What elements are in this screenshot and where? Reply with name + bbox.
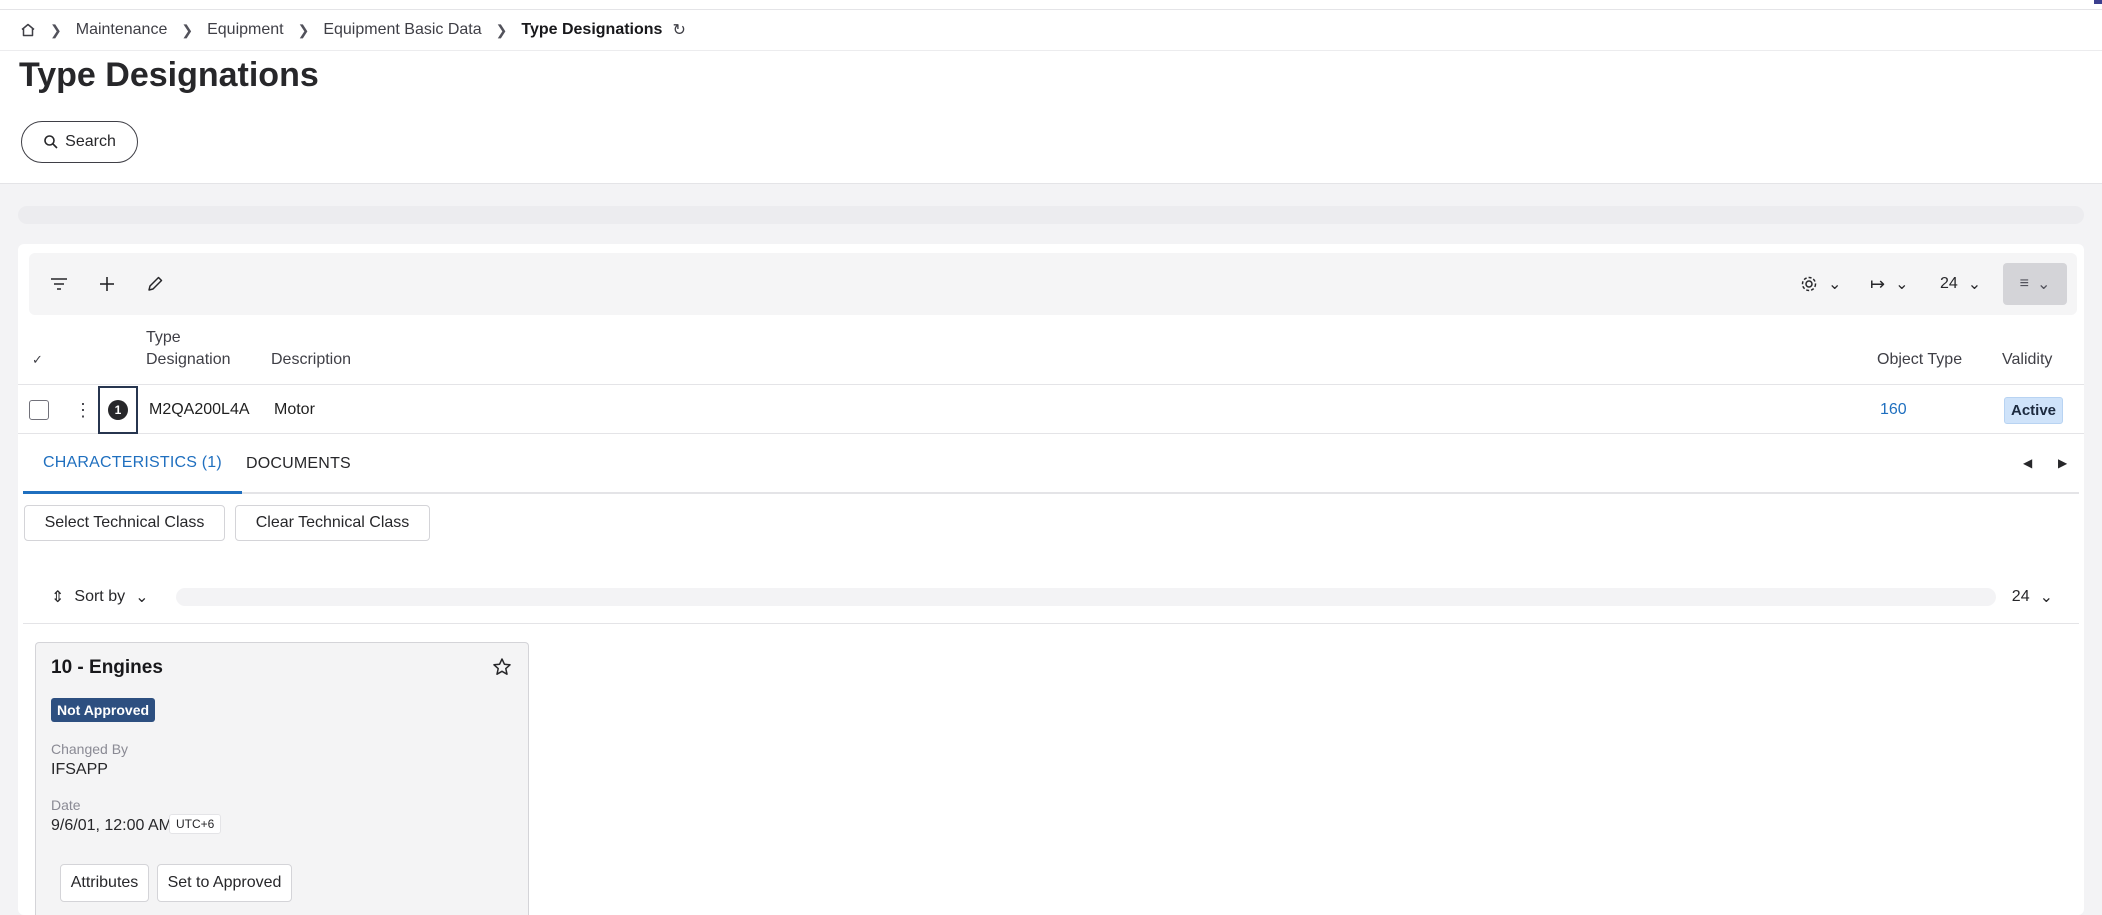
column-header-object-type[interactable]: Object Type	[1877, 349, 1962, 371]
row-number-badge: 1	[108, 400, 128, 420]
column-header-type-designation-line1: Type	[146, 329, 181, 346]
date-label: Date	[51, 797, 81, 813]
timezone-badge: UTC+6	[169, 814, 222, 834]
top-bar-indicator	[2094, 0, 2102, 4]
card-page-size-dropdown[interactable]: 24 ⌄	[2012, 582, 2053, 612]
filter-icon[interactable]	[46, 271, 72, 297]
expand-columns-icon: ↦	[1870, 273, 1886, 294]
search-button-label: Search	[65, 133, 116, 150]
breadcrumb-current: Type Designations	[521, 21, 663, 38]
add-icon[interactable]	[94, 271, 120, 297]
chevron-right-icon: ❯	[181, 21, 194, 38]
chevron-down-icon: ⌄	[2036, 276, 2051, 293]
detail-tabs: CHARACTERISTICS (1) DOCUMENTS ◀ ▶	[23, 434, 2079, 494]
row-checkbox[interactable]	[29, 400, 49, 420]
date-value: 9/6/01, 12:00 AM	[51, 817, 172, 834]
tab-documents[interactable]: DOCUMENTS	[226, 434, 371, 494]
set-to-approved-button[interactable]: Set to Approved	[157, 864, 292, 902]
grid-header: ✓ Type Designation Description Object Ty…	[18, 329, 2084, 385]
grid-toolbar: ⌄ ↦ ⌄ 24 ⌄ ≡ ⌄	[29, 253, 2077, 315]
breadcrumb-item-equipment-basic-data[interactable]: Equipment Basic Data	[323, 21, 481, 39]
chevron-right-icon: ❯	[50, 21, 62, 38]
attributes-button[interactable]: Attributes	[60, 864, 149, 902]
changed-by-label: Changed By	[51, 741, 129, 757]
card-title: 10 - Engines	[51, 657, 163, 678]
records-panel: ⌄ ↦ ⌄ 24 ⌄ ≡ ⌄ ✓ Type Designation Descri…	[18, 244, 2084, 915]
column-header-type-designation[interactable]: Type Designation	[146, 327, 231, 371]
chevron-down-icon: ⌄	[1967, 276, 1982, 293]
chevron-down-icon: ⌄	[2039, 589, 2053, 606]
row-selector[interactable]: 1	[98, 386, 138, 434]
sort-bar: ⇕ Sort by ⌄ 24 ⌄	[23, 572, 2079, 624]
card-page-size-value: 24	[2011, 588, 2030, 605]
sort-icon: ⇕	[51, 589, 65, 606]
cell-description: Motor	[274, 401, 315, 418]
breadcrumb-item-maintenance[interactable]: Maintenance	[76, 21, 168, 39]
column-header-description[interactable]: Description	[271, 349, 351, 371]
breadcrumb: ❯ Maintenance ❯ Equipment ❯ Equipment Ba…	[20, 18, 686, 42]
sort-by-label: Sort by	[74, 588, 126, 605]
search-icon	[44, 135, 58, 149]
tab-characteristics[interactable]: CHARACTERISTICS (1)	[23, 434, 242, 494]
column-header-type-designation-line2: Designation	[146, 351, 231, 368]
top-bar	[0, 0, 2102, 10]
select-all-checkmark-icon[interactable]: ✓	[32, 349, 43, 371]
star-icon[interactable]	[492, 657, 512, 682]
clear-technical-class-button[interactable]: Clear Technical Class	[235, 505, 430, 541]
changed-by-value: IFSAPP	[51, 761, 108, 778]
row-menu-icon[interactable]: ⋮	[74, 386, 92, 434]
cell-object-type-link[interactable]: 160	[1880, 386, 1907, 434]
list-view-icon: ≡	[2019, 275, 2029, 292]
column-header-validity[interactable]: Validity	[2002, 349, 2052, 371]
table-row[interactable]: ⋮ 1 M2QA200L4A Motor 160 Active	[18, 386, 2084, 434]
chevron-down-icon: ⌄	[1828, 276, 1842, 293]
sort-by-dropdown[interactable]: ⇕ Sort by ⌄	[51, 582, 149, 612]
settings-dropdown[interactable]: ⌄	[1800, 269, 1841, 299]
page-title: Type Designations	[19, 56, 319, 94]
chevron-right-icon: ❯	[495, 21, 508, 38]
home-icon[interactable]	[20, 22, 36, 38]
search-button[interactable]: Search	[21, 121, 138, 163]
select-technical-class-button[interactable]: Select Technical Class	[24, 505, 225, 541]
refresh-icon[interactable]: ↻	[672, 20, 685, 40]
view-mode-dropdown[interactable]: ≡ ⌄	[2003, 263, 2067, 305]
page-size-dropdown[interactable]: 24 ⌄	[1940, 269, 1981, 299]
tab-scroll-left-icon[interactable]: ◀	[2023, 456, 2032, 470]
cell-type-designation: M2QA200L4A	[149, 401, 250, 418]
breadcrumb-divider	[0, 50, 2102, 51]
chevron-down-icon: ⌄	[1895, 276, 1909, 293]
tab-scroll-right-icon[interactable]: ▶	[2058, 456, 2067, 470]
sort-placeholder	[176, 588, 1996, 606]
breadcrumb-item-equipment[interactable]: Equipment	[207, 21, 284, 39]
chevron-down-icon: ⌄	[135, 589, 149, 606]
gear-icon	[1801, 276, 1817, 292]
chevron-right-icon: ❯	[297, 21, 310, 38]
loading-placeholder	[18, 206, 2084, 224]
edit-icon[interactable]	[142, 271, 168, 297]
validity-badge: Active	[2004, 396, 2064, 424]
characteristic-card: 10 - Engines Not Approved Changed By IFS…	[35, 642, 529, 915]
column-width-dropdown[interactable]: ↦ ⌄	[1870, 269, 1909, 299]
status-badge: Not Approved	[51, 698, 156, 722]
page-size-value: 24	[1940, 275, 1958, 292]
